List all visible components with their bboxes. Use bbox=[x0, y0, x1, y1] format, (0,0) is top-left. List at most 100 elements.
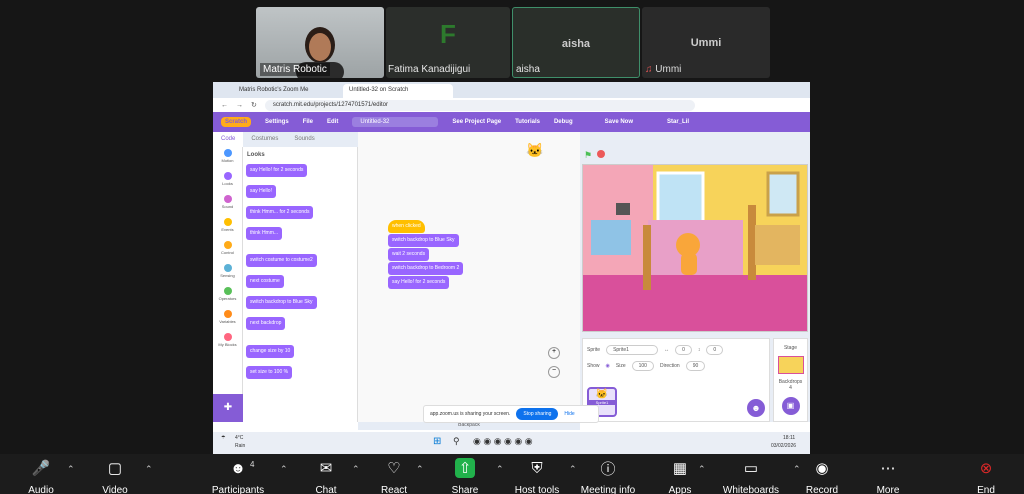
editor-tabs: Code Costumes Sounds bbox=[213, 132, 358, 147]
category-my-blocks[interactable]: My Blocks bbox=[213, 333, 242, 354]
user-menu[interactable]: Star_Lil bbox=[667, 119, 689, 125]
add-extension-icon[interactable]: ✚ bbox=[213, 394, 243, 422]
size-input[interactable]: 100 bbox=[631, 361, 654, 371]
script-block[interactable]: wait 2 seconds bbox=[388, 248, 430, 261]
participant-name: Ummi bbox=[655, 64, 682, 75]
stop-sharing-button[interactable]: Stop sharing bbox=[516, 408, 559, 420]
stage-thumbnail[interactable] bbox=[777, 356, 804, 374]
save-now-button[interactable]: Save Now bbox=[605, 119, 633, 125]
zoom-in-icon[interactable]: + bbox=[548, 347, 560, 359]
see-project-page-button[interactable]: See Project Page bbox=[452, 119, 501, 125]
shared-screen: Matris Robotic's Zoom Me Untitled-32 on … bbox=[213, 82, 810, 454]
palette-block[interactable]: set size to 100 % bbox=[246, 366, 293, 379]
toolbar-label: End bbox=[977, 485, 995, 494]
toolbar-label: Share bbox=[451, 485, 479, 494]
taskbar-search-icon[interactable]: ⚲ bbox=[453, 436, 460, 447]
chevron-up-icon[interactable]: ⌃ bbox=[698, 464, 706, 475]
category-variables[interactable]: Variables bbox=[213, 310, 242, 331]
toolbar-label: Meeting info bbox=[580, 485, 636, 494]
sprite-name-input[interactable]: Sprite1 bbox=[606, 345, 659, 355]
palette-block[interactable]: switch backdrop to Blue Sky bbox=[246, 296, 317, 309]
script-block[interactable]: switch backdrop to Blue Sky bbox=[388, 234, 459, 247]
file-menu[interactable]: File bbox=[303, 119, 313, 125]
zoom-meeting-toolbar: 🎤 Audio ⌃ ▢ Video ⌃ ☻ Participants 4 ⌃ ✉ Chat ⌃ ♡ Reac… bbox=[0, 454, 1024, 494]
script-block[interactable]: say Hello! for 2 seconds bbox=[388, 276, 450, 289]
category-label: My Blocks bbox=[218, 342, 237, 347]
zoom-out-icon[interactable]: − bbox=[548, 366, 560, 378]
category-label: Events bbox=[221, 227, 234, 232]
palette-block[interactable]: say Hello! for 2 seconds bbox=[246, 164, 308, 177]
direction-input[interactable]: 90 bbox=[685, 361, 706, 371]
backpack-bar[interactable]: Backpack bbox=[358, 422, 580, 430]
meeting-info-button[interactable]: ⓘ Meeting info bbox=[568, 458, 648, 494]
stage-canvas[interactable] bbox=[582, 164, 808, 332]
event-hat-block[interactable]: when clicked bbox=[388, 220, 425, 233]
tab-sounds[interactable]: Sounds bbox=[286, 132, 322, 147]
participants-button[interactable]: ☻ Participants bbox=[198, 458, 278, 494]
share-button[interactable]: ⇧ Share bbox=[425, 458, 505, 494]
palette-block[interactable]: next backdrop bbox=[246, 317, 286, 330]
bedroom-backdrop bbox=[583, 165, 807, 331]
x-input[interactable]: 0 bbox=[675, 345, 692, 355]
add-sprite-icon[interactable]: ☻ bbox=[747, 399, 765, 417]
project-title-input[interactable]: Untitled-32 bbox=[352, 117, 439, 127]
scratch-logo[interactable]: Scratch bbox=[221, 117, 252, 127]
stage-panel[interactable]: Stage Backdrops 4 ▣ bbox=[773, 338, 808, 422]
chevron-up-icon[interactable]: ⌃ bbox=[67, 464, 75, 475]
sprite-label: Sprite bbox=[587, 347, 601, 353]
add-backdrop-icon[interactable]: ▣ bbox=[781, 397, 800, 415]
participant-count-badge: 4 bbox=[250, 460, 255, 469]
hide-link[interactable]: Hide bbox=[564, 411, 574, 417]
toolbar-label: Record bbox=[805, 485, 839, 494]
chevron-up-icon[interactable]: ⌃ bbox=[416, 464, 424, 475]
script-block[interactable]: switch backdrop to Bedroom 2 bbox=[388, 262, 464, 275]
host-tools-button[interactable]: ⛨ Host tools bbox=[497, 458, 577, 494]
green-flag-icon[interactable]: ⚑ bbox=[584, 150, 592, 161]
taskbar-apps-icon[interactable]: ◉ ◉ ◉ ◉ ◉ ◉ bbox=[473, 436, 533, 447]
palette-block[interactable]: think Hmm... bbox=[246, 227, 283, 240]
show-eye-icon[interactable]: ◉ bbox=[606, 363, 610, 369]
end-button[interactable]: ⊗ End bbox=[946, 458, 1024, 494]
more-button[interactable]: ⋯ More bbox=[848, 458, 928, 494]
record-icon: ◉ bbox=[815, 460, 829, 477]
category-operators[interactable]: Operators bbox=[213, 287, 242, 308]
chevron-up-icon[interactable]: ⌃ bbox=[145, 464, 153, 475]
tab-code[interactable]: Code bbox=[213, 132, 244, 147]
more-icon: ⋯ bbox=[880, 460, 896, 477]
url-input[interactable]: scratch.mit.edu/projects/1274701571/edit… bbox=[264, 99, 695, 111]
category-label: Motion bbox=[221, 158, 234, 163]
backdrops-count: 4 bbox=[789, 385, 792, 391]
participant-tile-video[interactable]: Matris Robotic bbox=[256, 7, 384, 78]
category-looks[interactable]: Looks bbox=[213, 172, 242, 193]
apps-button[interactable]: ▦ Apps bbox=[640, 458, 720, 494]
palette-heading: Looks bbox=[247, 152, 265, 158]
palette-block[interactable]: say Hello! bbox=[246, 185, 276, 198]
category-control[interactable]: Control bbox=[213, 241, 242, 262]
palette-block[interactable]: next costume bbox=[246, 275, 284, 288]
settings-menu[interactable]: Settings bbox=[265, 119, 289, 125]
sprite-watermark: 🐱 bbox=[526, 142, 544, 158]
y-input[interactable]: 0 bbox=[706, 345, 724, 355]
category-motion[interactable]: Motion bbox=[213, 149, 242, 170]
category-sound[interactable]: Sound bbox=[213, 195, 242, 216]
tutorials-button[interactable]: Tutorials bbox=[515, 119, 540, 125]
reload-icon[interactable]: ↻ bbox=[251, 101, 257, 109]
back-icon[interactable]: ← bbox=[221, 102, 228, 109]
browser-tab-active[interactable]: Untitled-32 on Scratch bbox=[343, 84, 453, 98]
browser-tab[interactable]: Matris Robotic's Zoom Me bbox=[233, 84, 343, 98]
edit-menu[interactable]: Edit bbox=[327, 119, 338, 125]
debug-button[interactable]: Debug bbox=[554, 119, 573, 125]
forward-icon[interactable]: → bbox=[236, 102, 243, 109]
stop-icon[interactable] bbox=[597, 150, 605, 158]
palette-block[interactable]: change size by 10 bbox=[246, 345, 295, 358]
tab-costumes[interactable]: Costumes bbox=[243, 132, 286, 147]
windows-start-icon[interactable]: ⊞ bbox=[433, 436, 441, 447]
zoom-meeting-window: Matris Robotic F Fatima Kanadijigui aish… bbox=[0, 0, 1024, 494]
category-sensing[interactable]: Sensing bbox=[213, 264, 242, 285]
palette-block[interactable]: switch costume to costume2 bbox=[246, 254, 317, 267]
video-button[interactable]: ▢ Video bbox=[75, 458, 155, 494]
whiteboards-button[interactable]: ▭ Whiteboards bbox=[711, 458, 791, 494]
palette-block[interactable]: think Hmm... for 2 seconds bbox=[246, 206, 314, 219]
category-events[interactable]: Events bbox=[213, 218, 242, 239]
script-area[interactable]: 🐱 + − when clicked switch backdrop to Blu… bbox=[358, 132, 580, 422]
